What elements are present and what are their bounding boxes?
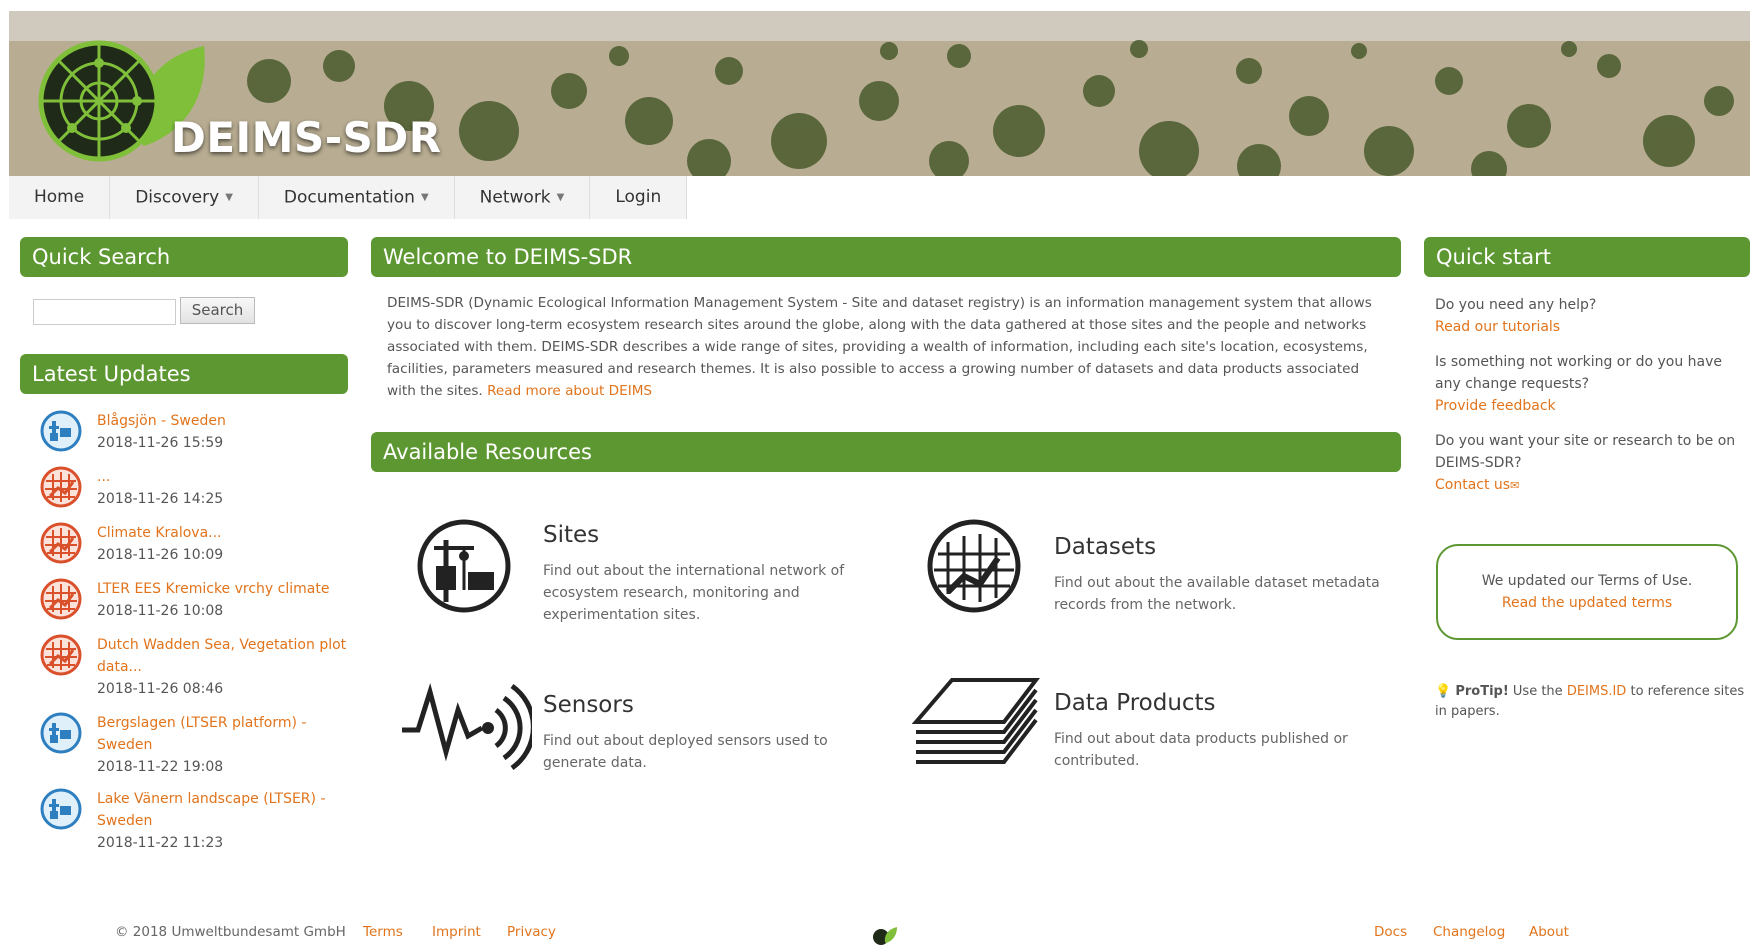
contact-block: Do you want your site or research to be … [1435,430,1745,497]
help-question: Do you need any help? [1435,297,1597,313]
update-title[interactable]: Bergslagen (LTSER platform) - Sweden [97,712,347,756]
caret-down-icon: ▼ [420,192,429,203]
datasets-title[interactable]: Datasets [1054,534,1384,560]
welcome-text: DEIMS-SDR (Dynamic Ecological Informatio… [387,292,1387,402]
footer-changelog-link[interactable]: Changelog [1433,924,1505,940]
protip-pre: Use the [1512,684,1563,699]
welcome-heading: Welcome to DEIMS-SDR [371,237,1401,277]
nav-home-label: Home [34,187,85,207]
lightbulb-icon: 💡 [1435,684,1452,699]
sensors-description: Find out about deployed sensors used to … [543,733,828,771]
terms-link[interactable]: Read the updated terms [1438,592,1736,614]
sensors-resource[interactable]: Sensors Find out about deployed sensors … [543,692,873,774]
footer-privacy-link[interactable]: Privacy [507,924,556,940]
protip: 💡 ProTip! Use the DEIMS.ID to reference … [1435,682,1745,722]
sensors-title[interactable]: Sensors [543,692,873,718]
update-date: 2018-11-26 14:25 [97,491,224,507]
terms-text: We updated our Terms of Use. [1481,573,1693,589]
update-date: 2018-11-26 10:09 [97,547,224,563]
data-products-resource[interactable]: Data Products Find out about data produc… [1054,690,1384,772]
nav-network[interactable]: Network ▼ [455,176,591,219]
nav-documentation-label: Documentation [283,187,415,208]
update-title[interactable]: Dutch Wadden Sea, Vegetation plot data..… [97,634,347,678]
update-date: 2018-11-26 10:08 [97,603,224,619]
footer-terms-link[interactable]: Terms [363,924,403,940]
read-more-link[interactable]: Read more about DEIMS [487,383,652,399]
data-products-stack-icon[interactable] [912,676,1040,768]
tutorials-link[interactable]: Read our tutorials [1435,316,1745,338]
nav-discovery-label: Discovery [135,187,220,208]
sites-title[interactable]: Sites [543,522,873,548]
quick-start-heading: Quick start [1424,237,1750,277]
caret-down-icon: ▼ [225,192,233,203]
nav-home[interactable]: Home [9,176,111,219]
nav-documentation[interactable]: Documentation ▼ [259,176,455,219]
protip-label: ProTip! [1455,684,1509,699]
sites-description: Find out about the international network… [543,563,845,623]
nav-network-label: Network [479,187,551,208]
footer-docs-link[interactable]: Docs [1374,924,1407,940]
footer-logo-icon [873,927,897,945]
nav-login[interactable]: Login [590,176,688,219]
dataset-chart-icon[interactable] [926,518,1022,614]
search-button[interactable]: Search [180,297,255,324]
deims-id-link[interactable]: DEIMS.ID [1567,684,1627,699]
data-products-title[interactable]: Data Products [1054,690,1384,716]
terms-notice: We updated our Terms of Use. Read the up… [1436,544,1738,640]
available-resources-heading: Available Resources [371,432,1401,472]
copyright: © 2018 Umweltbundesamt GmbH [115,924,346,940]
email-icon: ✉ [1510,479,1520,492]
footer-imprint-link[interactable]: Imprint [432,924,481,940]
latest-updates-heading: Latest Updates [20,354,348,394]
site-icon [40,712,82,754]
update-date: 2018-11-26 08:46 [97,681,224,697]
sensor-wave-icon[interactable] [400,680,532,770]
datasets-resource[interactable]: Datasets Find out about the available da… [1054,534,1384,616]
site-station-icon[interactable] [416,518,512,614]
main-nav: Home Discovery ▼ Documentation ▼ Network ▼ … [9,176,688,219]
nav-login-label: Login [615,187,662,207]
dataset-icon [40,634,82,676]
sites-resource[interactable]: Sites Find out about the international n… [543,522,873,626]
datasets-description: Find out about the available dataset met… [1054,575,1380,613]
dataset-icon [40,466,82,508]
feedback-block: Is something not working or do you have … [1435,351,1745,417]
header-banner: DEIMS-SDR [9,11,1750,176]
update-title[interactable]: Blågsjön - Sweden [97,410,347,432]
site-icon [40,788,82,830]
footer-about-link[interactable]: About [1529,924,1569,940]
update-title[interactable]: Lake Vänern landscape (LTSER) - Sweden [97,788,347,832]
caret-down-icon: ▼ [556,192,565,203]
site-name[interactable]: DEIMS-SDR [171,113,442,162]
site-icon [40,410,82,452]
dataset-icon [40,522,82,564]
help-block: Do you need any help? Read our tutorials [1435,294,1745,338]
contact-question: Do you want your site or research to be … [1435,433,1736,471]
update-date: 2018-11-22 19:08 [97,759,224,775]
update-date: 2018-11-26 15:59 [97,435,224,451]
dataset-icon [40,578,82,620]
data-products-description: Find out about data products published o… [1054,731,1348,769]
feedback-question: Is something not working or do you have … [1435,354,1722,392]
nav-discovery[interactable]: Discovery ▼ [110,176,259,219]
quick-search-input[interactable] [33,299,176,325]
contact-link[interactable]: Contact us [1435,477,1510,493]
update-date: 2018-11-22 11:23 [97,835,224,851]
feedback-link[interactable]: Provide feedback [1435,395,1745,417]
update-title[interactable]: LTER EES Kremicke vrchy climate [97,578,347,600]
quick-search-heading: Quick Search [20,237,348,277]
update-title[interactable]: ... [97,466,347,488]
update-title[interactable]: Climate Kralova... [97,522,347,544]
